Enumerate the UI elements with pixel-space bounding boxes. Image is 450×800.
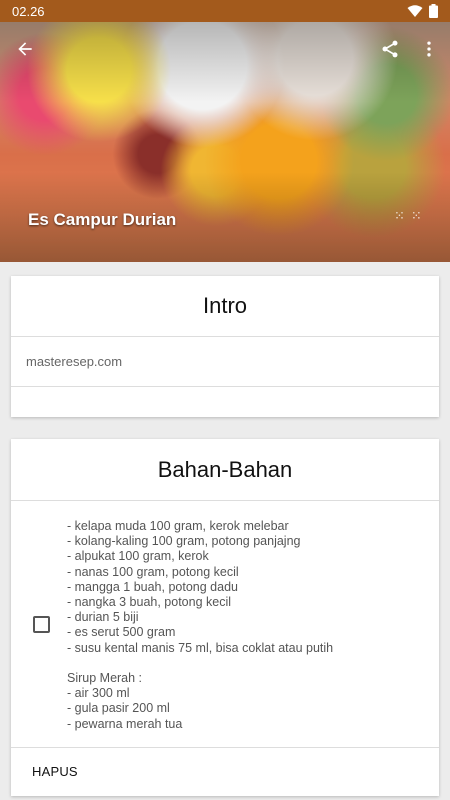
more-options-button[interactable] — [416, 36, 442, 62]
intro-text: masteresep.com — [11, 337, 439, 387]
ingredients-heading: Bahan-Bahan — [11, 439, 439, 501]
ingredient-list-text: - kelapa muda 100 gram, kerok melebar - … — [67, 519, 334, 731]
ingredients-card: Bahan-Bahan - kelapa muda 100 gram, kero… — [11, 439, 439, 796]
intro-heading: Intro — [11, 276, 439, 337]
delete-button[interactable]: HAPUS — [32, 764, 78, 779]
arrow-back-icon — [18, 42, 32, 56]
status-bar: 02.26 — [0, 0, 450, 22]
status-icons — [407, 4, 438, 18]
more-vert-icon — [427, 41, 431, 57]
status-time: 02.26 — [12, 3, 45, 19]
intro-card: Intro masteresep.com — [11, 276, 439, 417]
decorative-dots: ⁙⁙ — [394, 208, 428, 223]
back-button[interactable] — [12, 36, 38, 62]
share-button[interactable] — [377, 36, 403, 62]
wifi-icon — [407, 4, 423, 17]
recipe-hero-image: Es Campur Durian ⁙⁙ — [0, 22, 450, 262]
battery-icon — [429, 4, 438, 18]
recipe-title: Es Campur Durian — [28, 210, 177, 229]
ingredient-checkbox[interactable] — [33, 616, 50, 633]
card-actions: HAPUS — [11, 748, 439, 795]
ingredient-item: - kelapa muda 100 gram, kerok melebar - … — [11, 501, 439, 748]
share-icon — [382, 40, 398, 58]
